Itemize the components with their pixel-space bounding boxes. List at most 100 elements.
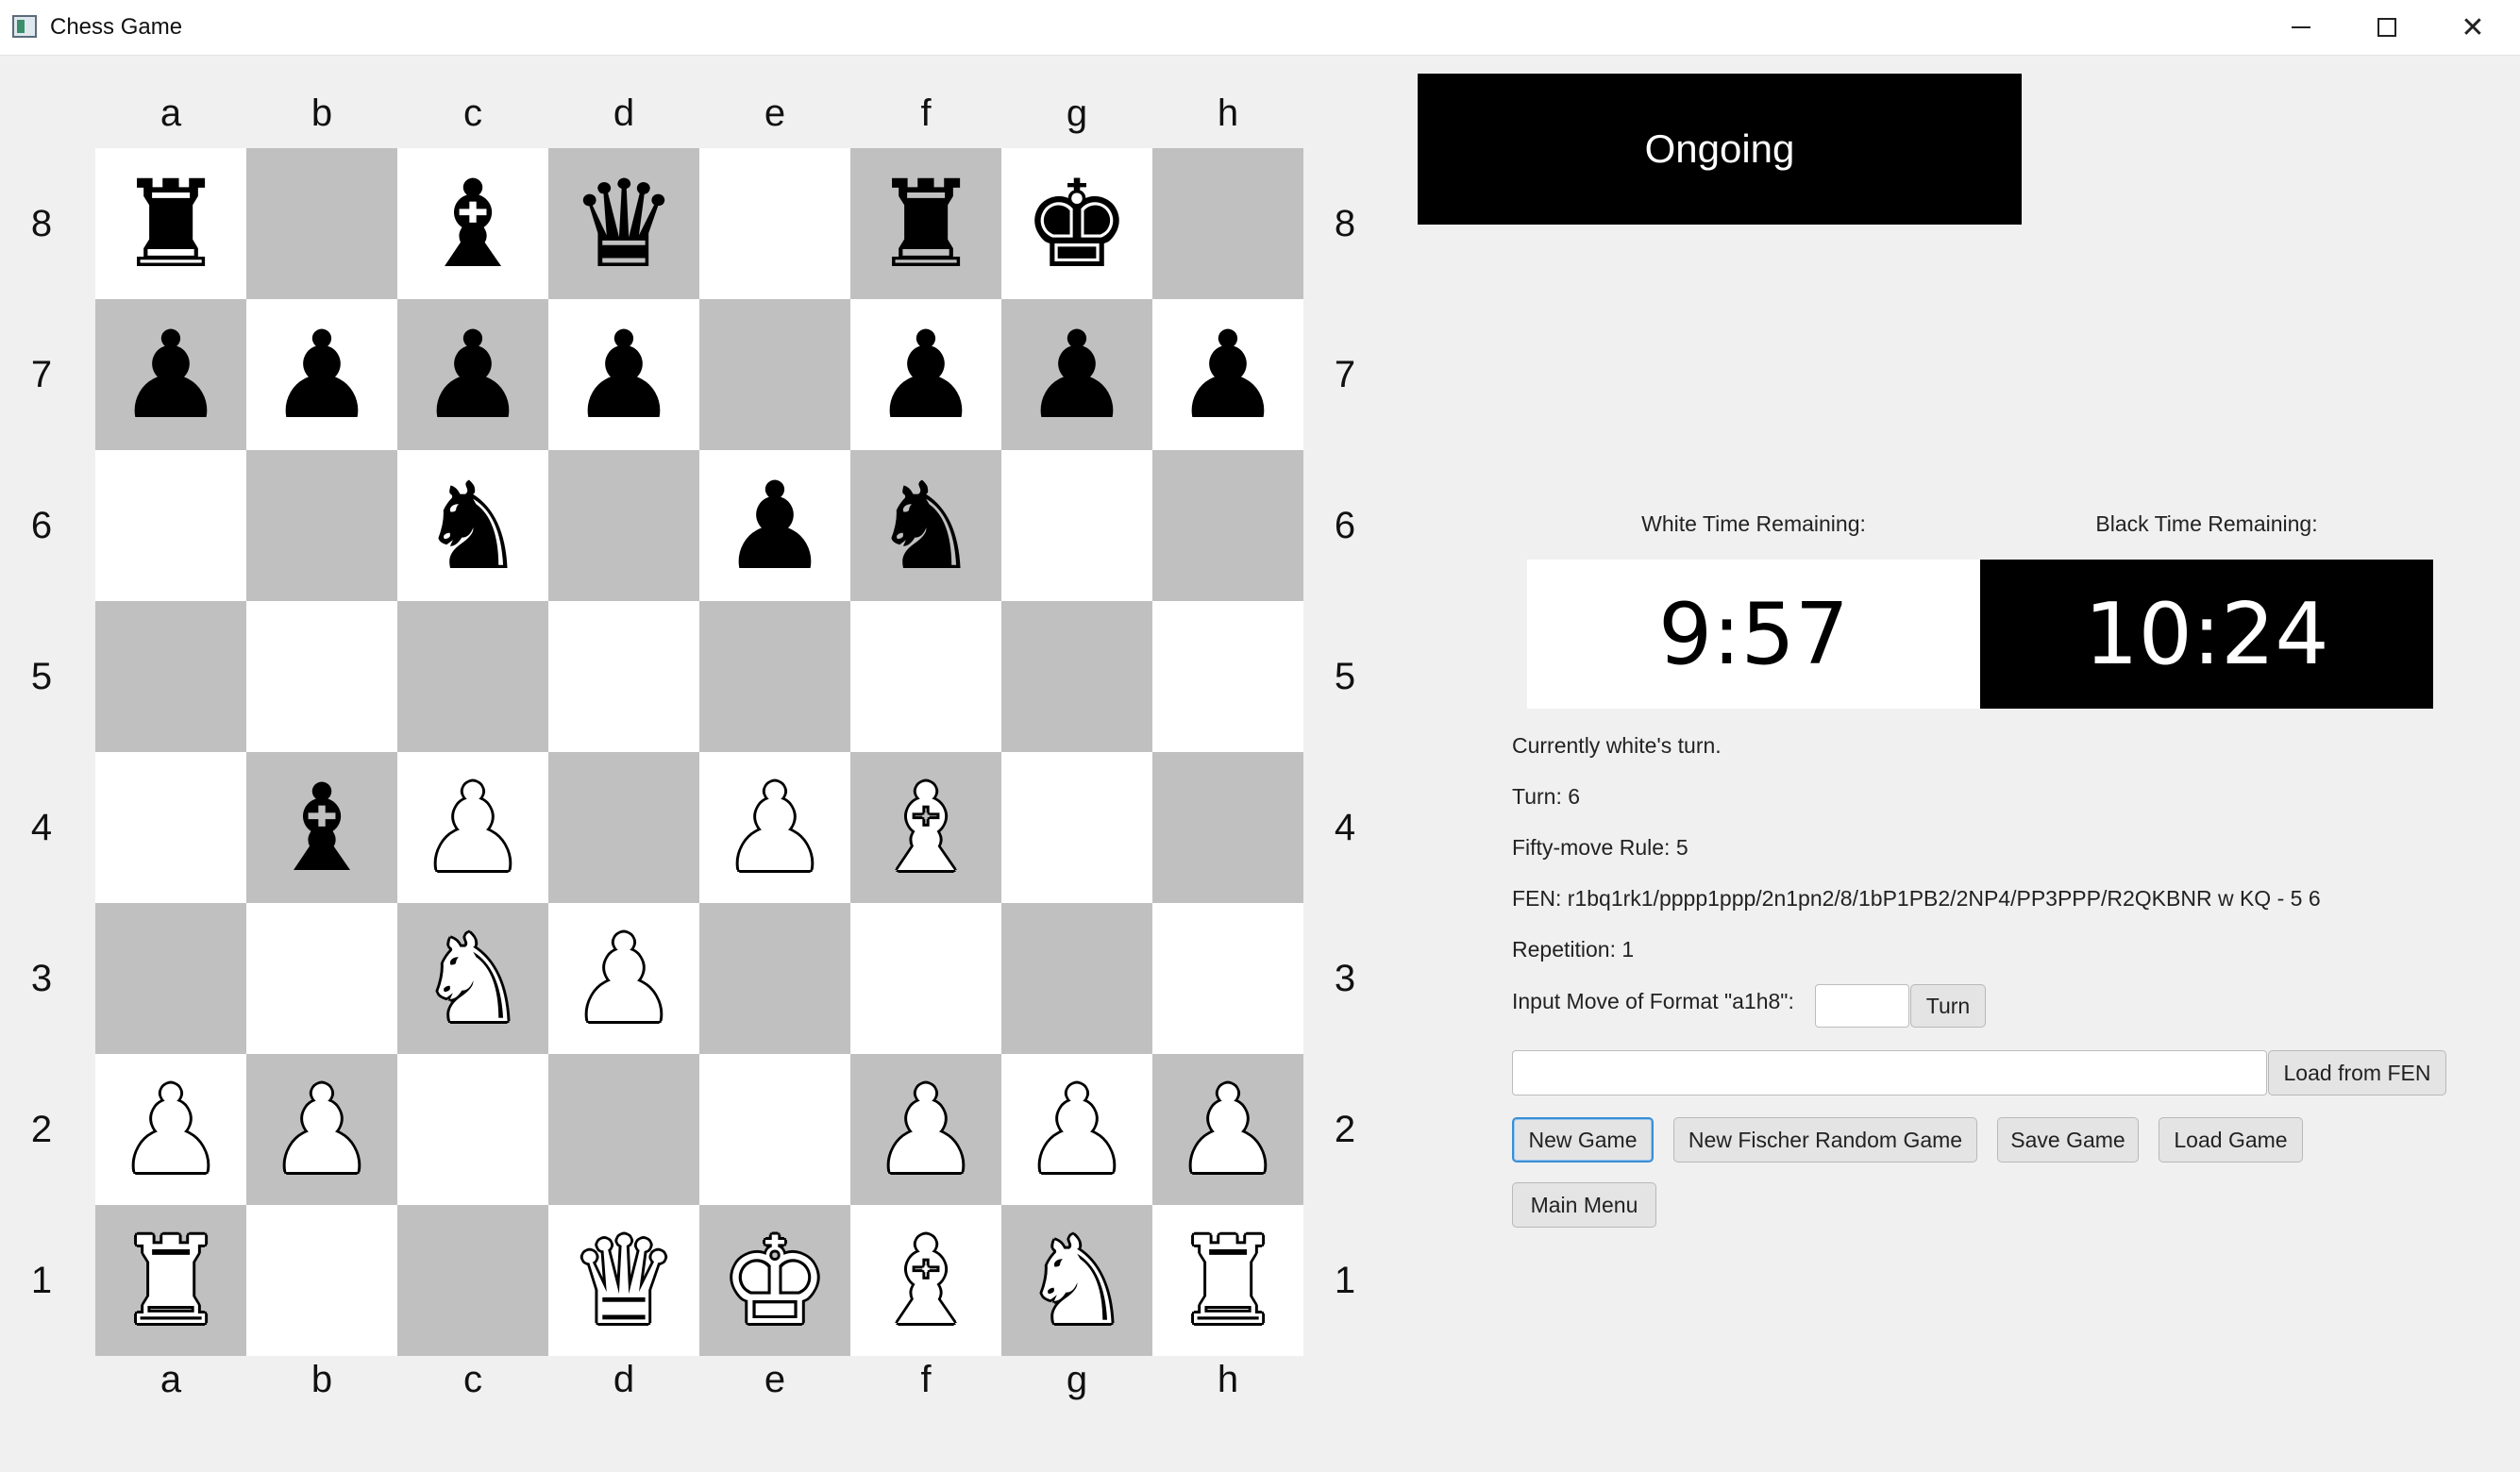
square-e7[interactable]: [699, 299, 850, 450]
square-g8[interactable]: ♚: [1001, 148, 1152, 299]
square-e6[interactable]: ♟: [699, 450, 850, 601]
white-knight-icon[interactable]: ♞: [419, 920, 528, 1041]
black-pawn-icon[interactable]: ♟: [721, 467, 830, 588]
square-b4[interactable]: ♝: [246, 752, 397, 903]
square-b3[interactable]: [246, 903, 397, 1054]
square-d6[interactable]: [548, 450, 699, 601]
white-bishop-icon[interactable]: ♝: [872, 1222, 981, 1343]
square-f7[interactable]: ♟: [850, 299, 1001, 450]
square-f2[interactable]: ♟: [850, 1054, 1001, 1205]
square-c3[interactable]: ♞: [397, 903, 548, 1054]
move-input[interactable]: [1815, 984, 1909, 1028]
square-h6[interactable]: [1152, 450, 1303, 601]
square-h5[interactable]: [1152, 601, 1303, 752]
square-c8[interactable]: ♝: [397, 148, 548, 299]
square-a8[interactable]: ♜: [95, 148, 246, 299]
square-c6[interactable]: ♞: [397, 450, 548, 601]
save-game-button[interactable]: Save Game: [1997, 1117, 2139, 1163]
white-pawn-icon[interactable]: ♟: [721, 769, 830, 890]
fen-input[interactable]: [1512, 1050, 2267, 1096]
square-b7[interactable]: ♟: [246, 299, 397, 450]
white-rook-icon[interactable]: ♜: [117, 1222, 226, 1343]
black-pawn-icon[interactable]: ♟: [1023, 316, 1132, 437]
minimize-button[interactable]: [2258, 0, 2344, 55]
square-e3[interactable]: [699, 903, 850, 1054]
square-d7[interactable]: ♟: [548, 299, 699, 450]
square-e1[interactable]: ♚: [699, 1205, 850, 1356]
square-f6[interactable]: ♞: [850, 450, 1001, 601]
black-pawn-icon[interactable]: ♟: [570, 316, 679, 437]
maximize-button[interactable]: [2344, 0, 2430, 55]
white-pawn-icon[interactable]: ♟: [872, 1071, 981, 1192]
load-game-button[interactable]: Load Game: [2159, 1117, 2303, 1163]
white-rook-icon[interactable]: ♜: [1174, 1222, 1283, 1343]
main-menu-button[interactable]: Main Menu: [1512, 1182, 1656, 1228]
square-c4[interactable]: ♟: [397, 752, 548, 903]
square-f5[interactable]: [850, 601, 1001, 752]
square-e5[interactable]: [699, 601, 850, 752]
white-pawn-icon[interactable]: ♟: [419, 769, 528, 890]
load-from-fen-button[interactable]: Load from FEN: [2268, 1050, 2446, 1096]
square-f1[interactable]: ♝: [850, 1205, 1001, 1356]
square-g2[interactable]: ♟: [1001, 1054, 1152, 1205]
square-d2[interactable]: [548, 1054, 699, 1205]
chess-board[interactable]: ♜ ♝ ♛ ♜ ♚ ♟ ♟ ♟ ♟ ♟ ♟ ♟ ♞ ♟ ♞ ♝ ♟ ♟ ♝ ♞ ♟ ♟ ♟ ♟ ♟ ♟ ♜ ♛ ♚ ♝ ♞ ♜: [95, 148, 1303, 1356]
square-g4[interactable]: [1001, 752, 1152, 903]
white-pawn-icon[interactable]: ♟: [268, 1071, 377, 1192]
square-h4[interactable]: [1152, 752, 1303, 903]
square-a7[interactable]: ♟: [95, 299, 246, 450]
white-pawn-icon[interactable]: ♟: [117, 1071, 226, 1192]
square-g6[interactable]: [1001, 450, 1152, 601]
square-b1[interactable]: [246, 1205, 397, 1356]
black-pawn-icon[interactable]: ♟: [117, 316, 226, 437]
square-e2[interactable]: [699, 1054, 850, 1205]
square-b6[interactable]: [246, 450, 397, 601]
new-fischer-random-game-button[interactable]: New Fischer Random Game: [1673, 1117, 1977, 1163]
turn-button[interactable]: Turn: [1910, 984, 1986, 1028]
square-a1[interactable]: ♜: [95, 1205, 246, 1356]
square-f8[interactable]: ♜: [850, 148, 1001, 299]
square-a5[interactable]: [95, 601, 246, 752]
square-e8[interactable]: [699, 148, 850, 299]
square-h8[interactable]: [1152, 148, 1303, 299]
square-b2[interactable]: ♟: [246, 1054, 397, 1205]
square-d5[interactable]: [548, 601, 699, 752]
black-queen-icon[interactable]: ♛: [570, 165, 679, 286]
square-c7[interactable]: ♟: [397, 299, 548, 450]
square-f4[interactable]: ♝: [850, 752, 1001, 903]
black-pawn-icon[interactable]: ♟: [1174, 316, 1283, 437]
square-c1[interactable]: [397, 1205, 548, 1356]
square-a4[interactable]: [95, 752, 246, 903]
square-g7[interactable]: ♟: [1001, 299, 1152, 450]
black-pawn-icon[interactable]: ♟: [419, 316, 528, 437]
black-bishop-icon[interactable]: ♝: [268, 769, 377, 890]
square-b8[interactable]: [246, 148, 397, 299]
black-bishop-icon[interactable]: ♝: [419, 165, 528, 286]
white-pawn-icon[interactable]: ♟: [570, 920, 679, 1041]
square-g1[interactable]: ♞: [1001, 1205, 1152, 1356]
square-f3[interactable]: [850, 903, 1001, 1054]
black-pawn-icon[interactable]: ♟: [268, 316, 377, 437]
square-d4[interactable]: [548, 752, 699, 903]
black-rook-icon[interactable]: ♜: [117, 165, 226, 286]
square-b5[interactable]: [246, 601, 397, 752]
square-g5[interactable]: [1001, 601, 1152, 752]
white-pawn-icon[interactable]: ♟: [1023, 1071, 1132, 1192]
black-pawn-icon[interactable]: ♟: [872, 316, 981, 437]
white-knight-icon[interactable]: ♞: [1023, 1222, 1132, 1343]
white-king-icon[interactable]: ♚: [721, 1222, 830, 1343]
square-d1[interactable]: ♛: [548, 1205, 699, 1356]
square-a6[interactable]: [95, 450, 246, 601]
square-c2[interactable]: [397, 1054, 548, 1205]
black-knight-icon[interactable]: ♞: [419, 467, 528, 588]
black-king-icon[interactable]: ♚: [1023, 165, 1132, 286]
white-pawn-icon[interactable]: ♟: [1174, 1071, 1283, 1192]
square-a3[interactable]: [95, 903, 246, 1054]
black-rook-icon[interactable]: ♜: [872, 165, 981, 286]
close-button[interactable]: ✕: [2429, 0, 2516, 55]
square-a2[interactable]: ♟: [95, 1054, 246, 1205]
square-c5[interactable]: [397, 601, 548, 752]
square-h3[interactable]: [1152, 903, 1303, 1054]
square-h7[interactable]: ♟: [1152, 299, 1303, 450]
square-h1[interactable]: ♜: [1152, 1205, 1303, 1356]
